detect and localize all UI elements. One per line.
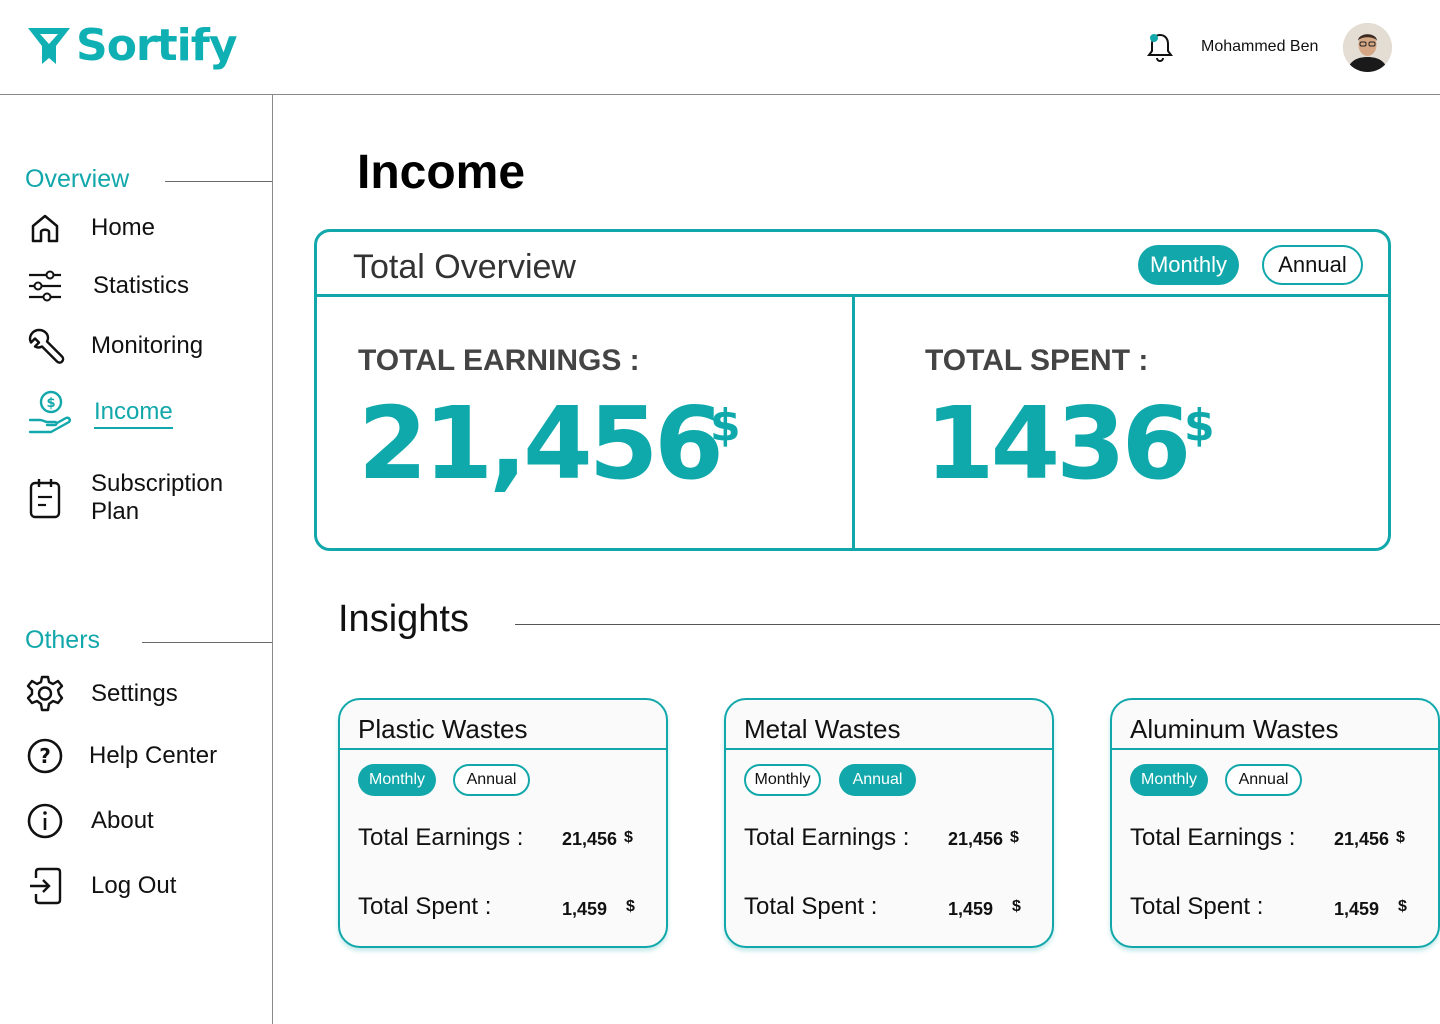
user-name[interactable]: Mohammed Ben xyxy=(1201,38,1318,56)
logo-icon xyxy=(28,28,70,64)
logo-text: Sortify xyxy=(76,20,238,71)
sidebar-item-label: Statistics xyxy=(93,272,190,299)
sidebar-item-help-center[interactable]: ? Help Center xyxy=(25,736,217,776)
card-spent-label: Total Spent : xyxy=(358,893,492,920)
insights-divider xyxy=(515,624,1440,625)
avatar[interactable] xyxy=(1343,23,1392,72)
card-spent-unit: $ xyxy=(626,898,635,915)
card-divider xyxy=(1112,748,1438,750)
overview-annual-toggle[interactable]: Annual xyxy=(1262,245,1363,285)
logout-icon xyxy=(25,866,65,906)
sidebar-section-others: Others xyxy=(25,626,101,654)
overview-column-divider xyxy=(852,297,855,551)
card-spent-unit: $ xyxy=(1398,898,1407,915)
card-spent-value: 1,459 xyxy=(562,899,608,919)
avatar-image xyxy=(1343,23,1392,72)
card-earnings-value: 21,456 xyxy=(1334,829,1390,849)
total-earnings-value: 21,456 xyxy=(358,385,724,502)
card-title: Metal Wastes xyxy=(744,714,901,744)
section-divider xyxy=(142,642,272,643)
total-spent-unit: $ xyxy=(1184,400,1215,451)
card-earnings-label: Total Earnings : xyxy=(744,824,910,851)
card-spent-unit: $ xyxy=(1012,898,1021,915)
top-header: Sortify Mohammed Ben xyxy=(0,0,1440,95)
card-monthly-toggle[interactable]: Monthly xyxy=(744,764,821,796)
card-monthly-toggle[interactable]: Monthly xyxy=(1130,764,1208,796)
home-icon xyxy=(25,208,65,248)
insight-card-plastic: Plastic Wastes Monthly Annual Total Earn… xyxy=(338,698,668,948)
sidebar-item-label: Monitoring xyxy=(91,332,204,359)
sidebar-item-label: Income xyxy=(94,398,173,429)
app-logo[interactable]: Sortify xyxy=(26,20,238,72)
gear-icon xyxy=(25,674,65,714)
card-title: Aluminum Wastes xyxy=(1130,714,1339,744)
sidebar-item-about[interactable]: About xyxy=(25,801,154,841)
sliders-icon xyxy=(25,266,65,306)
overview-monthly-toggle[interactable]: Monthly xyxy=(1138,245,1239,285)
card-earnings-label: Total Earnings : xyxy=(1130,824,1296,851)
help-icon: ? xyxy=(25,736,65,776)
card-earnings-label: Total Earnings : xyxy=(358,824,524,851)
card-earnings-unit: $ xyxy=(1396,829,1405,846)
wrench-icon xyxy=(25,326,65,366)
sidebar-item-statistics[interactable]: Statistics xyxy=(25,266,189,306)
card-divider xyxy=(340,748,666,750)
sidebar-section-overview: Overview xyxy=(25,165,130,193)
total-earnings-unit: $ xyxy=(710,400,741,451)
info-icon xyxy=(25,801,65,841)
sidebar: Overview Home Statistics Monitoring $ In… xyxy=(0,95,273,1024)
svg-text:?: ? xyxy=(39,744,51,768)
sidebar-item-label: Settings xyxy=(91,680,178,707)
overview-title: Total Overview xyxy=(353,248,576,286)
insights-title: Insights xyxy=(338,598,469,640)
sidebar-item-subscription-plan[interactable]: Subscription Plan xyxy=(25,470,251,526)
total-spent-value: 1436 xyxy=(925,385,1191,502)
card-spent-label: Total Spent : xyxy=(1130,893,1264,920)
total-earnings-label: TOTAL EARNINGS : xyxy=(358,344,640,377)
sidebar-item-home[interactable]: Home xyxy=(25,208,155,248)
total-spent-label: TOTAL SPENT : xyxy=(925,344,1149,377)
card-earnings-value: 21,456 xyxy=(562,829,618,849)
clipboard-icon xyxy=(25,474,65,522)
notification-bell-icon[interactable] xyxy=(1145,31,1175,63)
card-spent-label: Total Spent : xyxy=(744,893,878,920)
sidebar-item-label: Help Center xyxy=(89,742,218,769)
sidebar-item-label: Home xyxy=(91,214,156,241)
card-divider xyxy=(726,748,1052,750)
sidebar-item-log-out[interactable]: Log Out xyxy=(25,866,176,906)
svg-text:$: $ xyxy=(46,396,55,411)
section-divider xyxy=(165,181,272,182)
sidebar-item-label: About xyxy=(91,807,154,834)
page-title: Income xyxy=(357,146,526,199)
card-annual-toggle[interactable]: Annual xyxy=(453,764,530,796)
card-earnings-unit: $ xyxy=(1010,829,1019,846)
sidebar-item-label: Subscription Plan xyxy=(91,470,224,525)
insight-card-aluminum: Aluminum Wastes Monthly Annual Total Ear… xyxy=(1110,698,1440,948)
sidebar-item-monitoring[interactable]: Monitoring xyxy=(25,326,203,366)
card-spent-value: 1,459 xyxy=(1334,899,1380,919)
sidebar-item-label: Log Out xyxy=(91,872,177,899)
card-earnings-unit: $ xyxy=(624,829,633,846)
sidebar-item-settings[interactable]: Settings xyxy=(25,674,178,714)
income-icon: $ xyxy=(25,389,75,437)
sidebar-item-income[interactable]: $ Income xyxy=(25,389,173,437)
card-annual-toggle[interactable]: Annual xyxy=(1225,764,1302,796)
insight-card-metal: Metal Wastes Monthly Annual Total Earnin… xyxy=(724,698,1054,948)
card-earnings-value: 21,456 xyxy=(948,829,1004,849)
card-monthly-toggle[interactable]: Monthly xyxy=(358,764,436,796)
card-annual-toggle[interactable]: Annual xyxy=(839,764,916,796)
total-overview-panel: Total Overview Monthly Annual TOTAL EARN… xyxy=(314,229,1391,551)
card-title: Plastic Wastes xyxy=(358,714,528,744)
card-spent-value: 1,459 xyxy=(948,899,994,919)
